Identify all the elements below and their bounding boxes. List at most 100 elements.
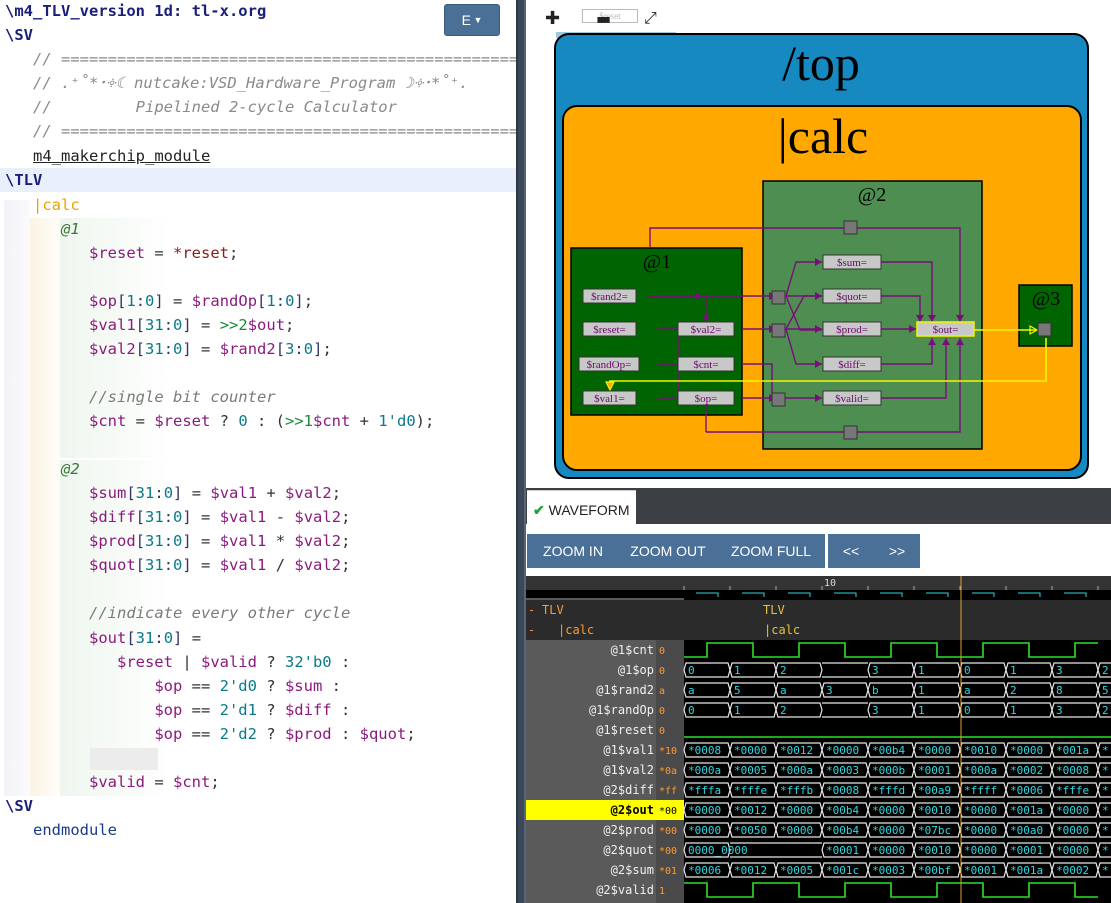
- scroll-left-button[interactable]: <<: [828, 534, 874, 568]
- signal-label: $randOp=: [587, 359, 632, 371]
- code-token: [: [117, 292, 127, 310]
- code-line[interactable]: \SV: [0, 23, 516, 47]
- zoom-in-button[interactable]: ZOOM IN: [527, 534, 619, 568]
- signal-current-value: *00: [659, 806, 677, 817]
- code-line[interactable]: [0, 265, 516, 289]
- code-token: 2'd2: [219, 725, 257, 743]
- code-token: ]: [182, 340, 192, 358]
- signal-name: @1$cnt: [611, 643, 654, 657]
- signal-name: @1$op: [618, 663, 654, 677]
- bus-segment: [822, 662, 868, 678]
- code-line[interactable]: $cnt = $reset ? 0 : (>>1$cnt + 1'd0);: [0, 409, 516, 433]
- code-line[interactable]: |calc: [0, 193, 516, 217]
- code-line[interactable]: $op == 2'd0 ? $sum :: [0, 674, 516, 698]
- code-line[interactable]: [0, 361, 516, 385]
- code-token: =: [145, 244, 173, 262]
- bus-value: *0001: [964, 864, 997, 877]
- code-line[interactable]: \TLV: [0, 168, 516, 192]
- signal-label: $val2=: [691, 324, 722, 336]
- code-line[interactable]: endmodule: [0, 818, 516, 842]
- bus-value: 3: [872, 664, 879, 677]
- bus-value: *fffb: [780, 784, 813, 797]
- bus-value: *000a: [964, 764, 997, 777]
- tab-waveform[interactable]: ✔ WAVEFORM: [527, 490, 636, 524]
- zoom-out-button[interactable]: ZOOM OUT: [619, 534, 717, 568]
- code-line[interactable]: @1: [0, 217, 516, 241]
- bus-value: 0: [688, 704, 695, 717]
- code-line[interactable]: // Pipelined 2-cycle Calculator: [0, 95, 516, 119]
- editor-mode-button[interactable]: E ▼: [444, 4, 500, 36]
- bus-value: *fffe: [734, 784, 767, 797]
- code-line[interactable]: @2: [0, 457, 516, 481]
- group-row: [526, 620, 1111, 640]
- code-line[interactable]: m4_makerchip_module: [0, 144, 516, 168]
- pipeline-register: [1037, 322, 1052, 337]
- bus-value: a: [688, 684, 695, 697]
- scroll-right-button[interactable]: >>: [874, 534, 920, 568]
- pane-splitter[interactable]: [516, 0, 526, 903]
- signal-label: $sum=: [837, 257, 867, 269]
- code-token: [: [257, 292, 267, 310]
- code-line[interactable]: [0, 433, 516, 457]
- code-token: \SV: [5, 797, 33, 815]
- group-collapse-icon: -: [528, 603, 535, 617]
- signal-label: $quot=: [836, 291, 867, 303]
- signal-current-value: 0: [659, 646, 665, 657]
- code-line[interactable]: $diff[31:0] = $val1 - $val2;: [0, 505, 516, 529]
- code-line[interactable]: \m4_TLV_version 1d: tl-x.org: [0, 0, 516, 23]
- stage-2-label: @2: [858, 184, 886, 206]
- bus-value: *0002: [1056, 864, 1089, 877]
- code-line[interactable]: $val1[31:0] = >>2$out;: [0, 313, 516, 337]
- code-line[interactable]: // =====================================…: [0, 119, 516, 143]
- bus-value: *: [1102, 844, 1109, 857]
- bus-value: *0012: [780, 744, 813, 757]
- waveform-viewer[interactable]: 10- TLV TLV - |calc |calc @1$cnt 0 @1$op 0 0 1 2 3 1 0 1…: [526, 576, 1111, 903]
- bus-value: 0: [964, 704, 971, 717]
- code-line[interactable]: $out[31:0] =: [0, 626, 516, 650]
- code-line[interactable]: $reset = *reset;: [0, 241, 516, 265]
- code-line[interactable]: $sum[31:0] = $val1 + $val2;: [0, 481, 516, 505]
- code-token: $op: [154, 677, 183, 695]
- bus-value: 1: [734, 704, 741, 717]
- code-line[interactable]: $quot[31:0] = $val1 / $val2;: [0, 553, 516, 577]
- code-token: ?: [256, 653, 285, 671]
- bus-value: *0002: [1010, 764, 1043, 777]
- group-value-label: |calc: [764, 623, 800, 637]
- code-token: $quot: [359, 725, 407, 743]
- code-line[interactable]: //indicate every other cycle: [0, 601, 516, 625]
- signal-label: $rand2=: [591, 291, 628, 303]
- code-line[interactable]: // .⁺˚*･༓☾ nutcake:VSD_Hardware_Program …: [0, 71, 516, 95]
- code-line[interactable]: $reset | $valid ? 32'b0 :: [0, 650, 516, 674]
- code-line[interactable]: $op[1:0] = $randOp[1:0];: [0, 289, 516, 313]
- code-token: ]: [154, 292, 164, 310]
- code-token: ;: [406, 725, 416, 743]
- code-token: :: [154, 629, 164, 647]
- signal-current-value: *ff: [659, 786, 677, 797]
- code-token: :: [294, 340, 304, 358]
- signal-label: $out=: [933, 324, 959, 336]
- code-line[interactable]: $val2[31:0] = $rand2[3:0];: [0, 337, 516, 361]
- scrolled-row: [526, 590, 1111, 598]
- code-line[interactable]: $valid = $cnt;: [0, 770, 516, 794]
- code-token: ;: [331, 484, 342, 502]
- code-line[interactable]: $op == 2'd1 ? $diff :: [0, 698, 516, 722]
- code-line[interactable]: // =====================================…: [0, 47, 516, 71]
- top-scope-label: /top: [782, 35, 860, 91]
- code-editor[interactable]: \m4_TLV_version 1d: tl-x.org \SV // =====…: [0, 0, 516, 903]
- zoom-full-button[interactable]: ZOOM FULL: [717, 534, 825, 568]
- code-line[interactable]: $op == 2'd2 ? $prod : $quot;: [0, 722, 516, 746]
- bit-wave: [684, 882, 1098, 898]
- code-token: $out: [247, 316, 286, 334]
- code-token: $val1: [219, 556, 267, 574]
- code-line[interactable]: [0, 746, 516, 770]
- code-line[interactable]: //single bit counter: [0, 385, 516, 409]
- code-token: |: [172, 653, 201, 671]
- code-line[interactable]: \SV: [0, 794, 516, 818]
- diagram-pane[interactable]: ✚ $reset ▬ ⤢ /top |calc @2 @1 @3 $rand2= $rese…: [526, 0, 1111, 488]
- code-token: $rand2: [219, 340, 276, 358]
- code-token: ?: [256, 725, 285, 743]
- code-line[interactable]: [0, 577, 516, 601]
- code-line[interactable]: $prod[31:0] = $val1 * $val2;: [0, 529, 516, 553]
